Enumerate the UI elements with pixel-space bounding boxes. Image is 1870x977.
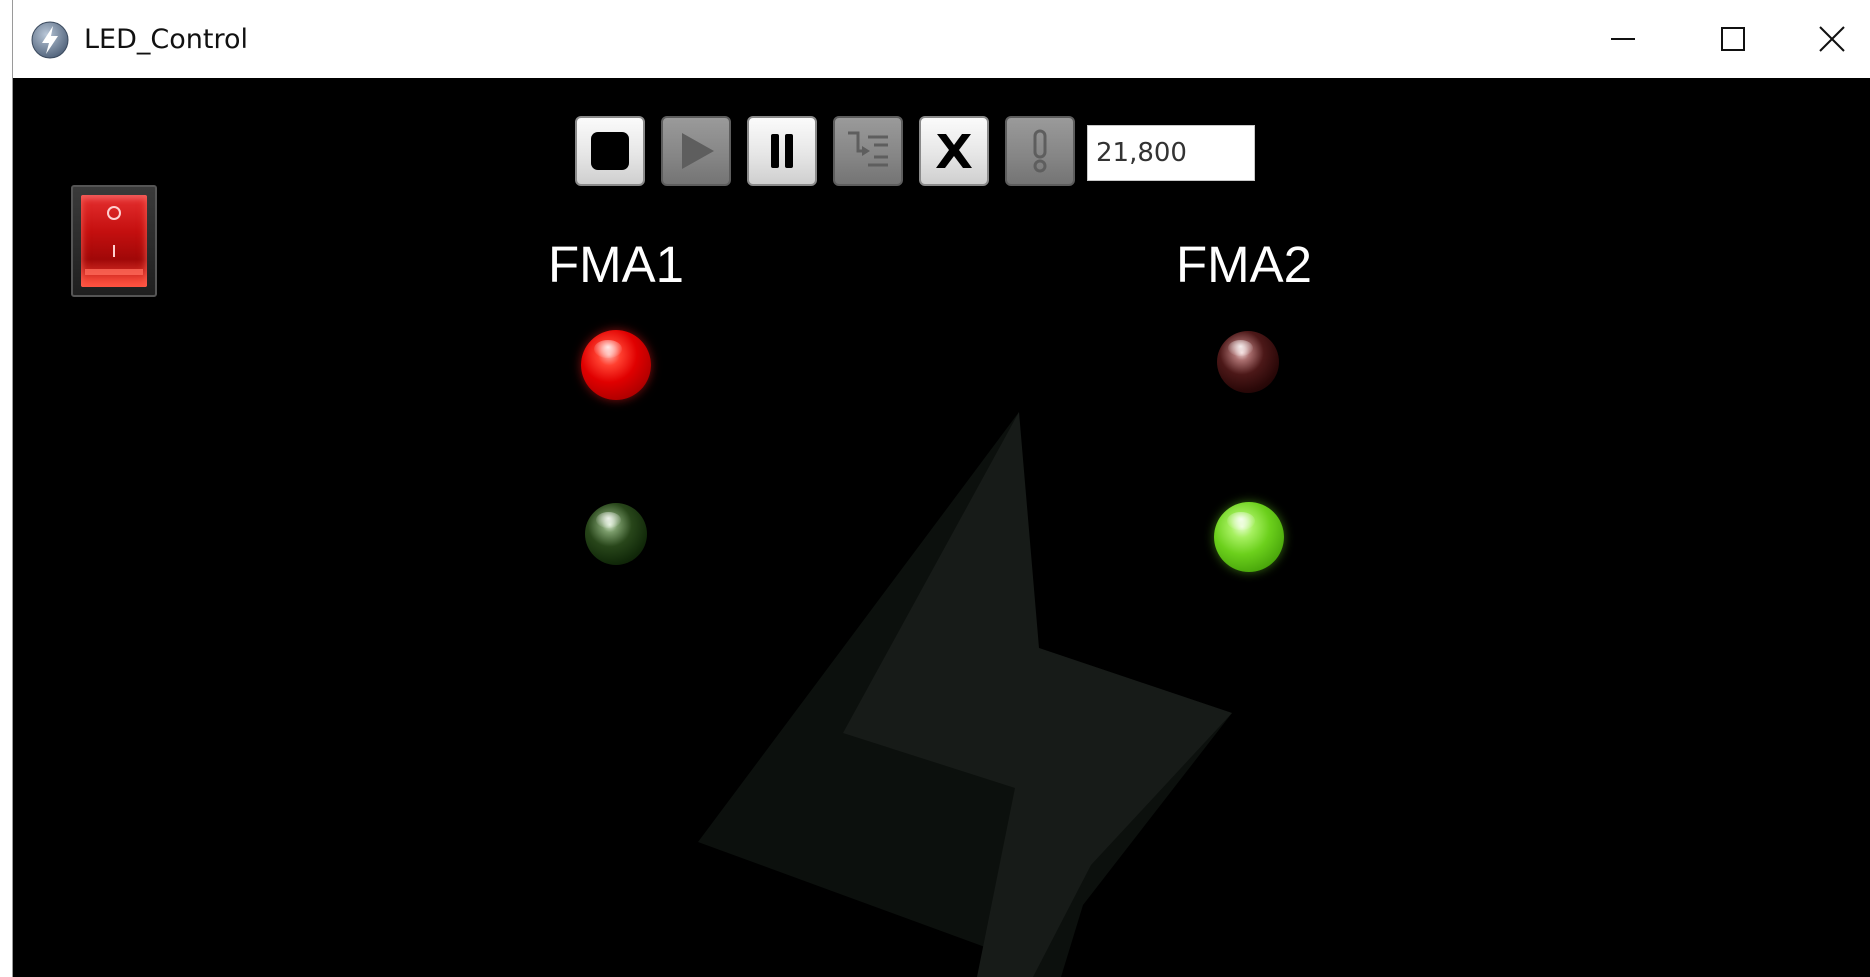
- close-icon: [1819, 26, 1845, 52]
- fma2-label: FMA2: [1175, 236, 1313, 293]
- highlight-execution-button[interactable]: [1005, 116, 1075, 186]
- stop-button[interactable]: [575, 116, 645, 186]
- stop-icon: [591, 132, 629, 170]
- front-panel: FMA1 FMA2: [13, 78, 1870, 977]
- exclamation-icon: [1033, 129, 1047, 173]
- fma1-green-led[interactable]: [585, 503, 647, 565]
- minimize-icon: [1611, 38, 1635, 40]
- led-highlight: [593, 339, 622, 358]
- fma2-red-led[interactable]: [1217, 331, 1279, 393]
- abort-button[interactable]: [919, 116, 989, 186]
- step-button[interactable]: [833, 116, 903, 186]
- fma1-label: FMA1: [547, 236, 685, 293]
- led-highlight: [596, 511, 621, 528]
- step-into-icon: [848, 131, 888, 167]
- run-button[interactable]: [661, 116, 731, 186]
- fma2-green-led[interactable]: [1214, 502, 1284, 572]
- lightning-bolt-icon: [31, 21, 69, 59]
- led-highlight: [1228, 339, 1253, 356]
- pause-button[interactable]: [747, 116, 817, 186]
- led-highlight: [1226, 511, 1255, 530]
- window-title: LED_Control: [84, 24, 248, 55]
- power-symbol-icon: [85, 206, 143, 275]
- fma1-red-led[interactable]: [581, 330, 651, 400]
- minimize-button[interactable]: [1573, 0, 1673, 78]
- pause-icon: [771, 134, 793, 168]
- maximize-icon: [1721, 27, 1745, 51]
- app-window: LED_Control 21,800 FMA1 FMA2: [12, 0, 1870, 977]
- close-button[interactable]: [1793, 0, 1870, 78]
- play-icon: [682, 133, 714, 169]
- delay-value-input[interactable]: [1087, 125, 1255, 181]
- lightning-bolt-watermark-icon: [698, 412, 1232, 977]
- power-switch-rocker: [81, 195, 147, 287]
- power-toggle-switch[interactable]: [71, 185, 157, 297]
- x-icon: [936, 134, 972, 168]
- maximize-button[interactable]: [1683, 0, 1783, 78]
- title-bar[interactable]: LED_Control: [13, 0, 1870, 78]
